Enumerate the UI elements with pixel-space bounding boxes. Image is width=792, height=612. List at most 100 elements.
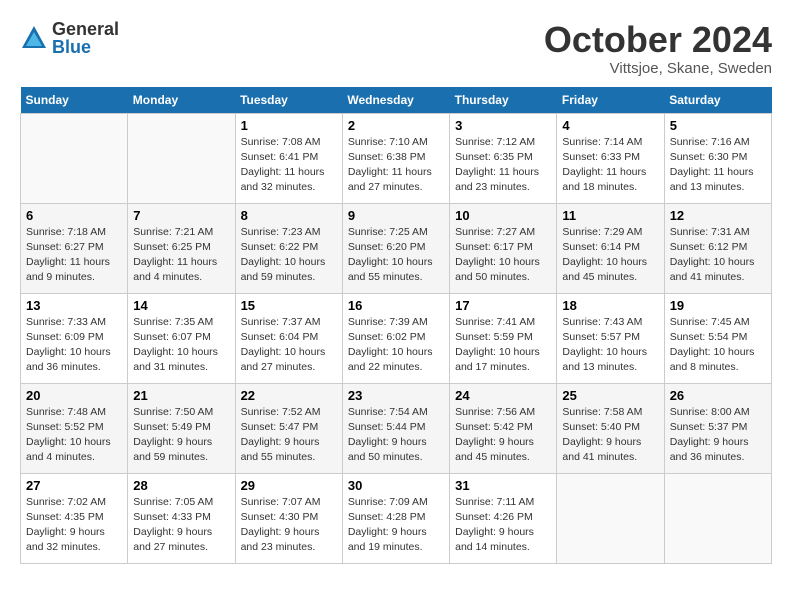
calendar-cell: 22 Sunrise: 7:52 AM Sunset: 5:47 PM Dayli…: [235, 383, 342, 473]
calendar-cell: [664, 473, 771, 563]
day-number: 31: [455, 478, 551, 493]
day-info: Sunrise: 7:05 AM Sunset: 4:33 PM Dayligh…: [133, 495, 229, 556]
calendar-cell: 29 Sunrise: 7:07 AM Sunset: 4:30 PM Dayli…: [235, 473, 342, 563]
day-info: Sunrise: 7:08 AM Sunset: 6:41 PM Dayligh…: [241, 135, 337, 196]
day-number: 2: [348, 118, 444, 133]
day-number: 9: [348, 208, 444, 223]
day-info: Sunrise: 7:48 AM Sunset: 5:52 PM Dayligh…: [26, 405, 122, 466]
day-info: Sunrise: 7:43 AM Sunset: 5:57 PM Dayligh…: [562, 315, 658, 376]
calendar-cell: 10 Sunrise: 7:27 AM Sunset: 6:17 PM Dayli…: [450, 203, 557, 293]
month-title: October 2024: [544, 20, 772, 60]
calendar-cell: [128, 113, 235, 203]
day-number: 5: [670, 118, 766, 133]
day-info: Sunrise: 7:18 AM Sunset: 6:27 PM Dayligh…: [26, 225, 122, 286]
day-number: 8: [241, 208, 337, 223]
calendar-cell: 9 Sunrise: 7:25 AM Sunset: 6:20 PM Daylig…: [342, 203, 449, 293]
day-number: 19: [670, 298, 766, 313]
title-block: October 2024 Vittsjoe, Skane, Sweden: [544, 20, 772, 77]
logo-blue-label: Blue: [52, 38, 119, 56]
day-info: Sunrise: 7:33 AM Sunset: 6:09 PM Dayligh…: [26, 315, 122, 376]
col-header-saturday: Saturday: [664, 87, 771, 114]
col-header-wednesday: Wednesday: [342, 87, 449, 114]
logo-general-label: General: [52, 20, 119, 38]
logo-text: General Blue: [52, 20, 119, 56]
day-info: Sunrise: 7:21 AM Sunset: 6:25 PM Dayligh…: [133, 225, 229, 286]
day-number: 23: [348, 388, 444, 403]
calendar-cell: 19 Sunrise: 7:45 AM Sunset: 5:54 PM Dayli…: [664, 293, 771, 383]
day-info: Sunrise: 7:09 AM Sunset: 4:28 PM Dayligh…: [348, 495, 444, 556]
day-number: 6: [26, 208, 122, 223]
day-info: Sunrise: 7:45 AM Sunset: 5:54 PM Dayligh…: [670, 315, 766, 376]
day-number: 14: [133, 298, 229, 313]
col-header-thursday: Thursday: [450, 87, 557, 114]
day-number: 27: [26, 478, 122, 493]
day-number: 20: [26, 388, 122, 403]
calendar-cell: 31 Sunrise: 7:11 AM Sunset: 4:26 PM Dayli…: [450, 473, 557, 563]
day-number: 21: [133, 388, 229, 403]
day-number: 29: [241, 478, 337, 493]
day-number: 17: [455, 298, 551, 313]
day-number: 10: [455, 208, 551, 223]
day-info: Sunrise: 7:10 AM Sunset: 6:38 PM Dayligh…: [348, 135, 444, 196]
day-number: 15: [241, 298, 337, 313]
logo: General Blue: [20, 20, 119, 56]
day-number: 24: [455, 388, 551, 403]
calendar-week-3: 13Sunrise: 7:33 AM Sunset: 6:09 PM Dayli…: [21, 293, 772, 383]
location-label: Vittsjoe, Skane, Sweden: [544, 60, 772, 77]
calendar-week-4: 20 Sunrise: 7:48 AM Sunset: 5:52 PM Dayli…: [21, 383, 772, 473]
day-info: Sunrise: 7:52 AM Sunset: 5:47 PM Dayligh…: [241, 405, 337, 466]
day-info: Sunrise: 7:27 AM Sunset: 6:17 PM Dayligh…: [455, 225, 551, 286]
day-info: Sunrise: 7:54 AM Sunset: 5:44 PM Dayligh…: [348, 405, 444, 466]
day-number: 28: [133, 478, 229, 493]
calendar-cell: 12 Sunrise: 7:31 AM Sunset: 6:12 PM Dayli…: [664, 203, 771, 293]
day-info: Sunrise: 8:00 AM Sunset: 5:37 PM Dayligh…: [670, 405, 766, 466]
day-info: Sunrise: 7:16 AM Sunset: 6:30 PM Dayligh…: [670, 135, 766, 196]
day-info: Sunrise: 7:39 AM Sunset: 6:02 PM Dayligh…: [348, 315, 444, 376]
calendar-cell: 24 Sunrise: 7:56 AM Sunset: 5:42 PM Dayli…: [450, 383, 557, 473]
calendar-cell: 16 Sunrise: 7:39 AM Sunset: 6:02 PM Dayli…: [342, 293, 449, 383]
calendar-cell: 1 Sunrise: 7:08 AM Sunset: 6:41 PM Daylig…: [235, 113, 342, 203]
calendar-cell: 18 Sunrise: 7:43 AM Sunset: 5:57 PM Dayli…: [557, 293, 664, 383]
calendar-cell: 7Sunrise: 7:21 AM Sunset: 6:25 PM Daylig…: [128, 203, 235, 293]
day-info: Sunrise: 7:25 AM Sunset: 6:20 PM Dayligh…: [348, 225, 444, 286]
calendar-cell: [21, 113, 128, 203]
day-info: Sunrise: 7:50 AM Sunset: 5:49 PM Dayligh…: [133, 405, 229, 466]
page-header: General Blue October 2024 Vittsjoe, Skan…: [20, 20, 772, 77]
calendar-table: SundayMondayTuesdayWednesdayThursdayFrid…: [20, 87, 772, 564]
calendar-cell: 5 Sunrise: 7:16 AM Sunset: 6:30 PM Daylig…: [664, 113, 771, 203]
calendar-cell: 25 Sunrise: 7:58 AM Sunset: 5:40 PM Dayli…: [557, 383, 664, 473]
day-info: Sunrise: 7:58 AM Sunset: 5:40 PM Dayligh…: [562, 405, 658, 466]
day-info: Sunrise: 7:29 AM Sunset: 6:14 PM Dayligh…: [562, 225, 658, 286]
day-number: 25: [562, 388, 658, 403]
calendar-cell: 11Sunrise: 7:29 AM Sunset: 6:14 PM Dayli…: [557, 203, 664, 293]
col-header-monday: Monday: [128, 87, 235, 114]
day-info: Sunrise: 7:56 AM Sunset: 5:42 PM Dayligh…: [455, 405, 551, 466]
calendar-cell: 26 Sunrise: 8:00 AM Sunset: 5:37 PM Dayli…: [664, 383, 771, 473]
day-info: Sunrise: 7:14 AM Sunset: 6:33 PM Dayligh…: [562, 135, 658, 196]
day-number: 12: [670, 208, 766, 223]
day-info: Sunrise: 7:11 AM Sunset: 4:26 PM Dayligh…: [455, 495, 551, 556]
day-number: 22: [241, 388, 337, 403]
day-info: Sunrise: 7:02 AM Sunset: 4:35 PM Dayligh…: [26, 495, 122, 556]
day-info: Sunrise: 7:37 AM Sunset: 6:04 PM Dayligh…: [241, 315, 337, 376]
day-info: Sunrise: 7:07 AM Sunset: 4:30 PM Dayligh…: [241, 495, 337, 556]
day-info: Sunrise: 7:35 AM Sunset: 6:07 PM Dayligh…: [133, 315, 229, 376]
calendar-week-5: 27 Sunrise: 7:02 AM Sunset: 4:35 PM Dayli…: [21, 473, 772, 563]
day-number: 3: [455, 118, 551, 133]
day-number: 26: [670, 388, 766, 403]
day-info: Sunrise: 7:41 AM Sunset: 5:59 PM Dayligh…: [455, 315, 551, 376]
logo-icon: [20, 24, 48, 52]
calendar-cell: 20 Sunrise: 7:48 AM Sunset: 5:52 PM Dayli…: [21, 383, 128, 473]
day-info: Sunrise: 7:31 AM Sunset: 6:12 PM Dayligh…: [670, 225, 766, 286]
day-number: 16: [348, 298, 444, 313]
day-number: 30: [348, 478, 444, 493]
calendar-cell: [557, 473, 664, 563]
calendar-cell: 15 Sunrise: 7:37 AM Sunset: 6:04 PM Dayli…: [235, 293, 342, 383]
calendar-week-1: 1 Sunrise: 7:08 AM Sunset: 6:41 PM Daylig…: [21, 113, 772, 203]
calendar-cell: 8Sunrise: 7:23 AM Sunset: 6:22 PM Daylig…: [235, 203, 342, 293]
day-number: 18: [562, 298, 658, 313]
calendar-cell: 3Sunrise: 7:12 AM Sunset: 6:35 PM Daylig…: [450, 113, 557, 203]
day-number: 1: [241, 118, 337, 133]
calendar-cell: 30 Sunrise: 7:09 AM Sunset: 4:28 PM Dayli…: [342, 473, 449, 563]
calendar-cell: 21 Sunrise: 7:50 AM Sunset: 5:49 PM Dayli…: [128, 383, 235, 473]
